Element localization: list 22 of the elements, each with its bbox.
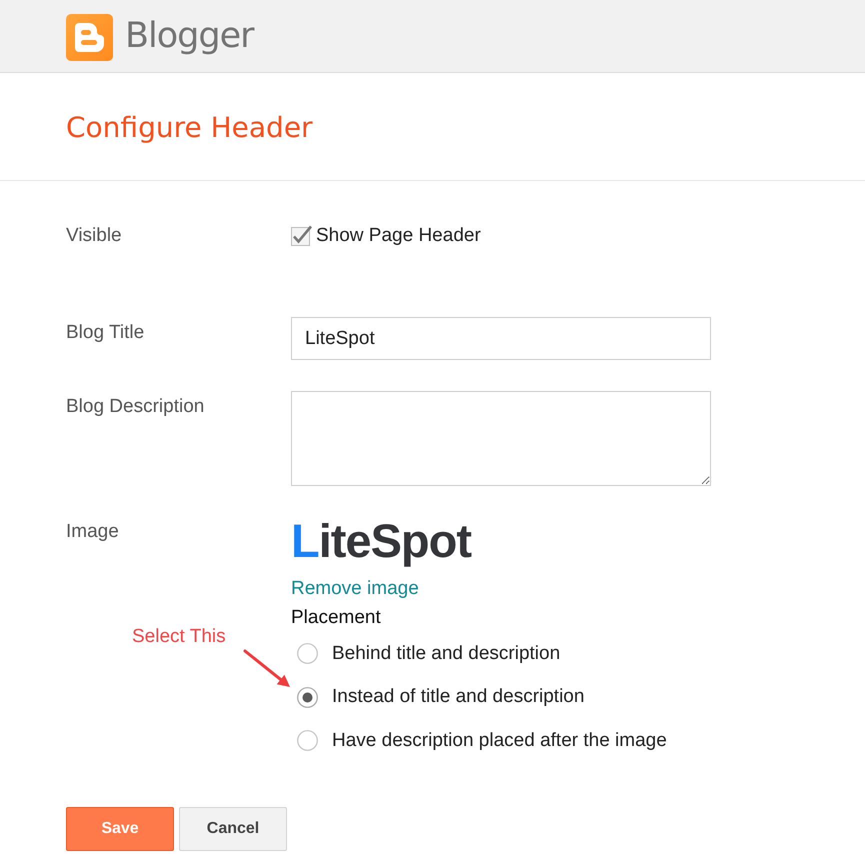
annotation-arrow [244,650,290,687]
blog-title-input[interactable]: LiteSpot [291,317,711,360]
radio-option[interactable]: Behind title and description [291,632,560,676]
checkbox-option[interactable]: Show Page Header [291,225,481,247]
field-label: Blog Title [66,321,146,344]
annotation-text: Select This [132,626,226,648]
radio-button[interactable] [297,730,318,752]
radio-button[interactable] [297,643,318,664]
page-title: Configure Header [66,111,313,145]
blog-description-textarea[interactable] [291,391,711,486]
field-label: Blog Description [66,395,206,418]
placement-label: Placement [291,607,381,629]
cancel-button[interactable]: Cancel [179,806,287,850]
checkbox[interactable] [291,224,312,246]
brand-name: Blogger [125,16,254,56]
blogger-logo-icon [66,14,113,60]
radio-option[interactable]: Have description placed after the image [291,719,667,762]
radio-option[interactable]: Instead of title and description [291,676,584,719]
remove-image-link[interactable]: Remove image [291,578,419,600]
radio-button[interactable] [297,686,318,708]
field-label: Image [66,520,120,543]
field-label: Visible [66,225,123,247]
